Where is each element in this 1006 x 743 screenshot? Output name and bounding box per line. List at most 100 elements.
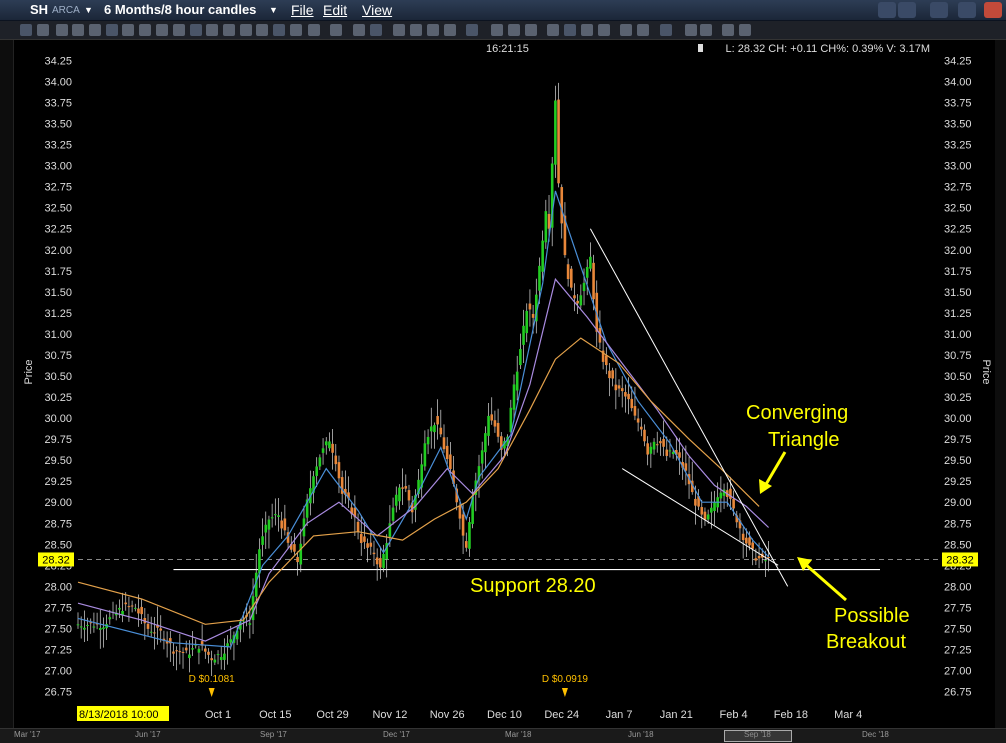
candle[interactable] [267, 519, 271, 530]
candle[interactable] [751, 542, 754, 549]
candle[interactable] [337, 462, 341, 479]
candle[interactable] [404, 486, 408, 489]
candle[interactable] [464, 541, 468, 548]
candle[interactable] [706, 514, 710, 520]
candle[interactable] [207, 651, 210, 655]
candle[interactable] [184, 647, 188, 651]
candle[interactable] [363, 536, 366, 542]
candle[interactable] [92, 626, 96, 628]
candle[interactable] [652, 441, 656, 450]
candle[interactable] [270, 517, 274, 519]
candle[interactable] [515, 371, 519, 391]
candle[interactable] [484, 433, 487, 453]
candle[interactable] [649, 446, 653, 454]
candle[interactable] [216, 654, 220, 656]
candle[interactable] [401, 487, 404, 489]
candle[interactable] [398, 487, 401, 502]
candle[interactable] [745, 537, 748, 544]
candle[interactable] [159, 628, 163, 631]
candle[interactable] [293, 544, 296, 552]
candle[interactable] [372, 552, 376, 555]
candle[interactable] [407, 490, 411, 501]
candle[interactable] [531, 313, 535, 318]
candle[interactable] [617, 385, 621, 389]
candle[interactable] [592, 262, 595, 300]
candle[interactable] [188, 654, 191, 659]
candle[interactable] [646, 443, 649, 455]
candle[interactable] [226, 643, 229, 647]
candle[interactable] [328, 441, 331, 449]
candle[interactable] [605, 355, 608, 366]
candle[interactable] [764, 560, 767, 562]
candle[interactable] [636, 418, 640, 423]
candle[interactable] [98, 628, 102, 630]
candle[interactable] [356, 521, 360, 532]
candle[interactable] [296, 556, 299, 563]
candle[interactable] [127, 606, 131, 608]
candle[interactable] [569, 268, 573, 288]
candle[interactable] [124, 602, 128, 605]
candle[interactable] [391, 507, 395, 521]
candle[interactable] [219, 657, 223, 661]
candle[interactable] [493, 420, 497, 427]
candle[interactable] [83, 627, 86, 630]
candle[interactable] [315, 466, 318, 476]
candle[interactable] [490, 414, 494, 421]
candle[interactable] [665, 449, 669, 456]
candle[interactable] [729, 488, 732, 499]
candle[interactable] [662, 439, 665, 447]
candle[interactable] [283, 518, 287, 531]
candle[interactable] [133, 607, 137, 609]
candle[interactable] [576, 300, 579, 304]
candle[interactable] [678, 452, 681, 458]
candle[interactable] [557, 99, 560, 184]
candle[interactable] [248, 623, 252, 625]
price-chart[interactable]: 16:21:15 L: 28.32 CH: +0.11 CH%: 0.39% V:… [0, 0, 1006, 743]
candle[interactable] [754, 558, 758, 561]
candle[interactable] [700, 507, 704, 515]
candle[interactable] [627, 393, 630, 400]
candle[interactable] [659, 441, 662, 444]
candle[interactable] [76, 624, 80, 626]
candle[interactable] [149, 631, 153, 633]
candle[interactable] [197, 648, 201, 653]
candle[interactable] [579, 295, 583, 306]
candle[interactable] [321, 448, 325, 453]
candle[interactable] [369, 542, 373, 547]
candle[interactable] [732, 498, 735, 509]
candle[interactable] [671, 451, 675, 455]
candle[interactable] [633, 406, 637, 416]
candle[interactable] [223, 653, 226, 660]
candle[interactable] [382, 553, 385, 569]
candle[interactable] [585, 267, 589, 278]
candle[interactable] [118, 607, 121, 610]
candle[interactable] [331, 443, 334, 453]
candle[interactable] [640, 426, 643, 430]
candle[interactable] [210, 658, 213, 661]
candle[interactable] [757, 555, 761, 559]
candle[interactable] [102, 627, 105, 630]
candle[interactable] [748, 537, 751, 546]
candle[interactable] [554, 100, 557, 165]
candle[interactable] [589, 256, 592, 269]
moving-average-line[interactable] [77, 277, 770, 642]
dividend-marker-icon[interactable] [561, 688, 568, 697]
candle[interactable] [213, 659, 217, 663]
candle[interactable] [264, 524, 268, 533]
candle[interactable] [522, 325, 525, 345]
candle[interactable] [359, 533, 363, 543]
candle[interactable] [280, 520, 283, 529]
candle[interactable] [394, 494, 398, 506]
candle[interactable] [436, 416, 439, 425]
candle[interactable] [487, 415, 490, 436]
candle[interactable] [480, 450, 484, 464]
candle[interactable] [519, 349, 522, 366]
candle[interactable] [274, 514, 277, 516]
candle[interactable] [379, 558, 382, 568]
candle[interactable] [429, 426, 433, 432]
candle[interactable] [703, 511, 707, 520]
candle[interactable] [277, 515, 280, 517]
candle[interactable] [608, 370, 611, 379]
candle[interactable] [458, 505, 462, 519]
candle[interactable] [334, 455, 338, 465]
